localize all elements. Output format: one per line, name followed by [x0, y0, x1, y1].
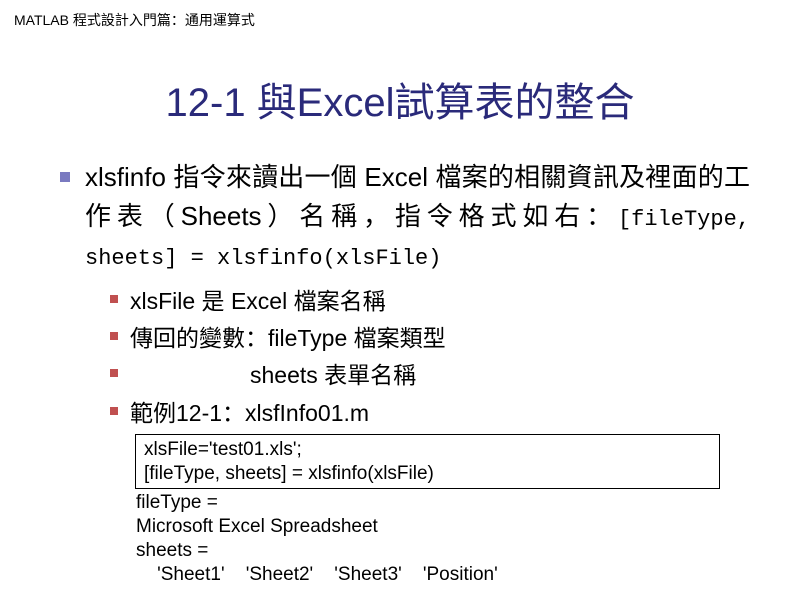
- bullet-square-icon: [60, 172, 70, 182]
- output-line: sheets =: [136, 539, 750, 563]
- example-prefix: 範例12-1：: [130, 400, 245, 426]
- sub-bullet-text: xlsFile 是 Excel 檔案名稱: [130, 285, 386, 317]
- sub-bullet-item: 傳回的變數：fileType 檔案類型: [110, 322, 750, 354]
- code-line: [fileType, sheets] = xlsfinfo(xlsFile): [144, 462, 711, 486]
- sub-bullet-list: xlsFile 是 Excel 檔案名稱 傳回的變數：fileType 檔案類型…: [110, 285, 750, 429]
- main-bullet-item: xlsfinfo 指令來讀出一個 Excel 檔案的相關資訊及裡面的工作表（Sh…: [60, 158, 750, 275]
- sub-bullet-text-indent: sheets 表單名稱: [250, 359, 416, 391]
- output-line: fileType =: [136, 491, 750, 515]
- sub-bullet-item: sheets 表單名稱: [110, 359, 750, 391]
- sub-bullet-text: 傳回的變數：fileType 檔案類型: [130, 322, 446, 354]
- slide-title: 12-1 與Excel試算表的整合: [0, 70, 800, 128]
- code-box: xlsFile='test01.xls'; [fileType, sheets]…: [135, 434, 720, 490]
- bullet-square-small-icon: [110, 295, 118, 303]
- main-bullet-text: xlsfinfo 指令來讀出一個 Excel 檔案的相關資訊及裡面的工作表（Sh…: [85, 158, 750, 275]
- code-line: xlsFile='test01.xls';: [144, 438, 711, 462]
- output-block: fileType = Microsoft Excel Spreadsheet s…: [136, 491, 750, 586]
- bullet-square-small-icon: [110, 369, 118, 377]
- bullet-square-small-icon: [110, 332, 118, 340]
- output-line: Microsoft Excel Spreadsheet: [136, 515, 750, 539]
- document-header: MATLAB 程式設計入門篇：通用運算式: [0, 0, 800, 40]
- sub-bullet-text: 範例12-1：xlsfInfo01.m: [130, 397, 369, 429]
- example-filename: xlsfInfo01.m: [245, 400, 369, 426]
- bullet-square-small-icon: [110, 407, 118, 415]
- sub-bullet-item: 範例12-1：xlsfInfo01.m: [110, 397, 750, 429]
- sub-bullet-item: xlsFile 是 Excel 檔案名稱: [110, 285, 750, 317]
- slide-content: xlsfinfo 指令來讀出一個 Excel 檔案的相關資訊及裡面的工作表（Sh…: [0, 158, 800, 586]
- output-line: 'Sheet1' 'Sheet2' 'Sheet3' 'Position': [136, 563, 750, 587]
